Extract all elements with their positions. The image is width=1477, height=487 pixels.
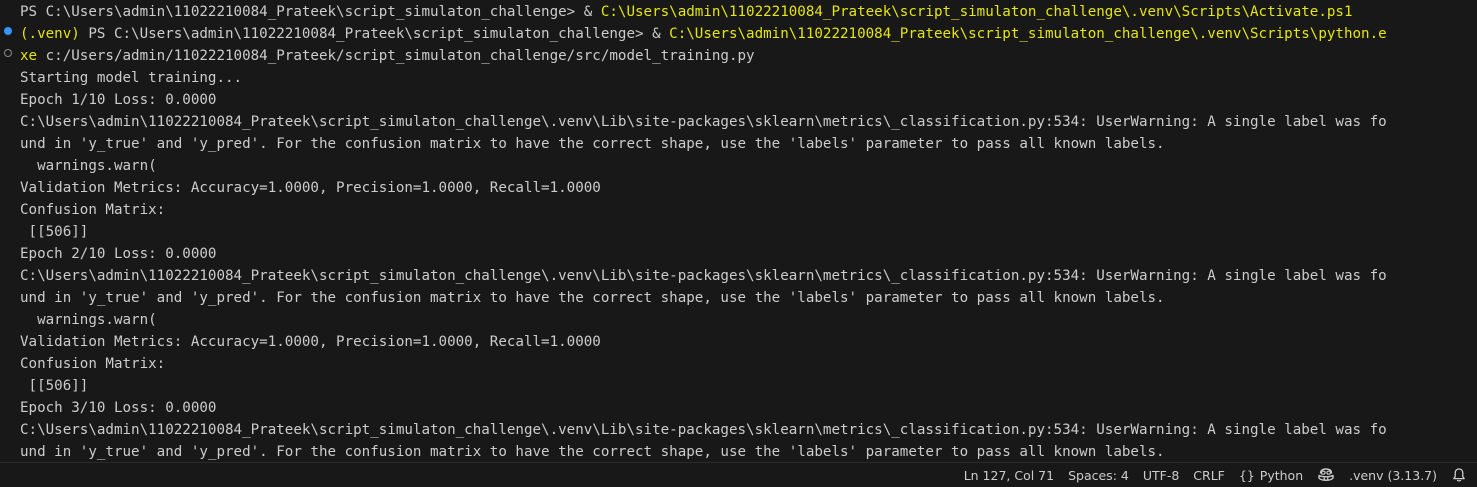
copilot-icon: [1317, 467, 1335, 483]
cursor-position-label: Ln 127, Col 71: [963, 467, 1055, 483]
terminal-line: warnings.warn(: [20, 312, 157, 328]
terminal-line: [[506]]: [20, 378, 89, 394]
terminal-line: C:\Users\admin\11022210084_Prateek\scrip…: [20, 422, 1387, 438]
line-ending-label: CRLF: [1193, 467, 1225, 483]
cursor-position-button[interactable]: Ln 127, Col 71: [957, 463, 1061, 487]
terminal-panel[interactable]: PS C:\Users\admin\11022210084_Prateek\sc…: [0, 0, 1477, 462]
terminal-line: xe c:/Users/admin/11022210084_Prateek/sc…: [20, 45, 1473, 67]
language-label: Python: [1259, 467, 1304, 483]
indentation-button[interactable]: Spaces: 4: [1061, 463, 1136, 487]
command-decoration-icon[interactable]: [4, 27, 12, 35]
braces-icon: {}: [1238, 467, 1255, 483]
language-mode-button[interactable]: {} Python: [1232, 463, 1310, 487]
terminal-line: C:\Users\admin\11022210084_Prateek\scrip…: [20, 114, 1387, 130]
prompt-text: PS C:\Users\admin\11022210084_Prateek\sc…: [20, 4, 601, 20]
status-bar-right: Ln 127, Col 71 Spaces: 4 UTF-8 CRLF {} P…: [957, 463, 1477, 487]
terminal-line: [[506]]: [20, 224, 89, 240]
terminal-line: Validation Metrics: Accuracy=1.0000, Pre…: [20, 180, 601, 196]
bell-icon: [1451, 467, 1467, 483]
status-bar: Ln 127, Col 71 Spaces: 4 UTF-8 CRLF {} P…: [0, 462, 1477, 487]
command-decoration-icon[interactable]: [4, 49, 12, 57]
terminal-line: Epoch 1/10 Loss: 0.0000: [20, 92, 217, 108]
encoding-label: UTF-8: [1142, 467, 1180, 483]
terminal-line: (.venv) PS C:\Users\admin\11022210084_Pr…: [20, 23, 1473, 45]
terminal-line: und in 'y_true' and 'y_pred'. For the co…: [20, 444, 1165, 460]
terminal-line: Epoch 2/10 Loss: 0.0000: [20, 246, 217, 262]
terminal-line: PS C:\Users\admin\11022210084_Prateek\sc…: [20, 1, 1473, 23]
terminal-line: Confusion Matrix:: [20, 202, 166, 218]
venv-indicator: (.venv): [20, 26, 80, 42]
command-path: xe: [20, 48, 38, 64]
prompt-text: PS C:\Users\admin\11022210084_Prateek\sc…: [79, 26, 670, 42]
terminal-line: C:\Users\admin\11022210084_Prateek\scrip…: [20, 268, 1387, 284]
terminal-line: und in 'y_true' and 'y_pred'. For the co…: [20, 290, 1165, 306]
indentation-label: Spaces: 4: [1068, 467, 1129, 483]
terminal-line: Confusion Matrix:: [20, 356, 166, 372]
python-interpreter-button[interactable]: .venv (3.13.7): [1342, 463, 1444, 487]
terminal-line: Starting model training...: [20, 70, 243, 86]
terminal-line: Validation Metrics: Accuracy=1.0000, Pre…: [20, 334, 601, 350]
terminal-output: PS C:\Users\admin\11022210084_Prateek\sc…: [20, 1, 1473, 462]
command-path: C:\Users\admin\11022210084_Prateek\scrip…: [600, 4, 1353, 20]
line-ending-button[interactable]: CRLF: [1186, 463, 1232, 487]
terminal-line: Epoch 3/10 Loss: 0.0000: [20, 400, 217, 416]
terminal-line: und in 'y_true' and 'y_pred'. For the co…: [20, 136, 1165, 152]
notifications-button[interactable]: [1444, 463, 1477, 487]
terminal-line: warnings.warn(: [20, 158, 157, 174]
copilot-button[interactable]: [1310, 463, 1342, 487]
encoding-button[interactable]: UTF-8: [1136, 463, 1186, 487]
interpreter-label: .venv (3.13.7): [1349, 467, 1437, 483]
command-argument: c:/Users/admin/11022210084_Prateek/scrip…: [37, 48, 755, 64]
command-path: C:\Users\admin\11022210084_Prateek\scrip…: [669, 26, 1387, 42]
